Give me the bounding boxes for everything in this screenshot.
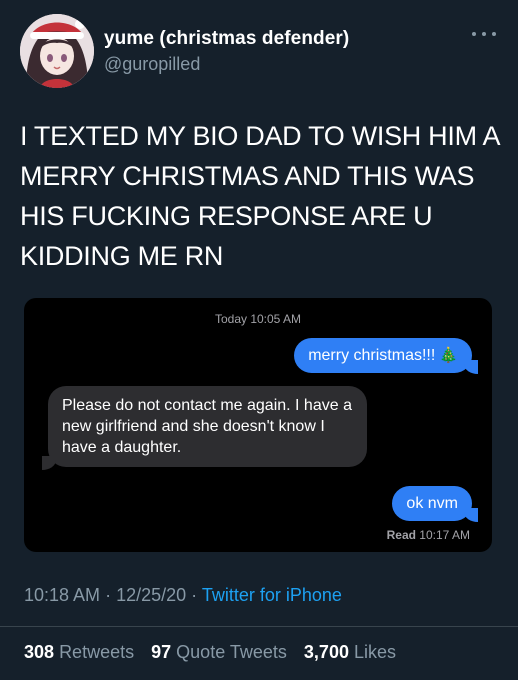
avatar-image xyxy=(20,14,94,88)
more-dot xyxy=(492,32,496,36)
message-bubble-sent: merry christmas!!! 🎄 xyxy=(294,338,472,373)
quote-tweets-label: Quote Tweets xyxy=(176,642,287,662)
message-bubble-received: Please do not contact me again. I have a… xyxy=(48,386,367,467)
attached-image[interactable]: Today 10:05 AM merry christmas!!! 🎄 Pleas… xyxy=(24,298,492,552)
retweets-stat[interactable]: 308 Retweets xyxy=(24,642,134,662)
avatar[interactable] xyxy=(20,14,94,88)
tweet-metadata: 10:18 AM · 12/25/20 · Twitter for iPhone xyxy=(24,585,342,606)
read-label: Read xyxy=(386,528,416,542)
bubble-tail xyxy=(464,508,478,522)
meta-separator: · xyxy=(186,585,202,605)
ellipsis-icon[interactable] xyxy=(472,26,496,42)
user-handle[interactable]: @guropilled xyxy=(104,54,200,75)
divider xyxy=(0,626,518,627)
read-time: 10:17 AM xyxy=(419,528,470,542)
retweets-count: 308 xyxy=(24,642,55,662)
read-receipt: Read 10:17 AM xyxy=(387,528,470,542)
message-text: ok nvm xyxy=(406,495,458,512)
display-name[interactable]: yume (christmas defender) xyxy=(104,28,349,50)
message-text: merry christmas!!! xyxy=(308,347,436,364)
quote-tweets-stat[interactable]: 97 Quote Tweets xyxy=(151,642,287,662)
tweet-text: I TEXTED MY BIO DAD TO WISH HIM A MERRY … xyxy=(20,121,499,271)
bubble-tail xyxy=(42,456,56,470)
likes-count: 3,700 xyxy=(303,642,349,662)
message-text: Please do not contact me again. I have a… xyxy=(62,397,352,456)
tweet-time[interactable]: 10:18 AM xyxy=(24,585,100,605)
message-bubble-sent: ok nvm xyxy=(392,486,472,521)
bubble-tail xyxy=(464,360,478,374)
meta-separator: · xyxy=(100,585,117,605)
likes-label: Likes xyxy=(353,642,397,662)
retweets-label: Retweets xyxy=(59,642,135,662)
christmas-tree-icon: 🎄 xyxy=(439,347,458,364)
quote-tweets-count: 97 xyxy=(151,642,172,662)
tweet-source-link[interactable]: Twitter for iPhone xyxy=(202,585,342,605)
tweet-stats: 308 Retweets 97 Quote Tweets 3,700 Likes xyxy=(24,642,396,663)
tweet-date[interactable]: 12/25/20 xyxy=(116,585,186,605)
message-timestamp: Today 10:05 AM xyxy=(214,312,302,326)
more-dot xyxy=(482,32,486,36)
likes-stat[interactable]: 3,700 Likes xyxy=(304,642,396,662)
more-dot xyxy=(472,32,476,36)
